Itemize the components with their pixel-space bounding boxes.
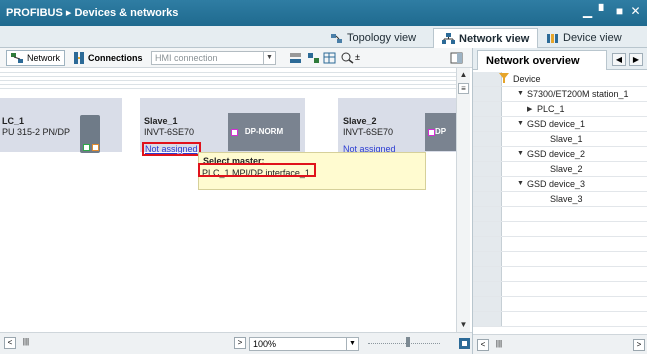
navigation-icon[interactable] bbox=[458, 337, 471, 350]
expand-down-icon[interactable]: ▼ bbox=[517, 90, 524, 97]
list-item[interactable]: ▼ S7300/ET200M station_1 bbox=[473, 87, 647, 102]
list-item[interactable]: ▶ PLC_1 bbox=[473, 102, 647, 117]
float-icon[interactable]: ■ bbox=[614, 4, 625, 18]
filter-icon[interactable] bbox=[499, 73, 509, 85]
scroll-thumb-icon[interactable]: ||| bbox=[493, 339, 505, 351]
zoom-value: 100% bbox=[253, 339, 277, 349]
expand-down-icon[interactable]: ▼ bbox=[517, 120, 524, 127]
port-icon[interactable] bbox=[83, 144, 90, 151]
list-item[interactable]: Slave_1 bbox=[473, 132, 647, 147]
device-name: Slave_1 bbox=[144, 116, 178, 126]
device-type: INVT-6SE70 bbox=[343, 127, 394, 137]
device-icon bbox=[547, 33, 558, 43]
list-item-label: S7300/ET200M station_1 bbox=[527, 89, 629, 99]
highlight-frame bbox=[198, 163, 316, 177]
connections-icon bbox=[74, 52, 84, 64]
dp-port-icon[interactable] bbox=[231, 129, 238, 136]
dp-norm-module: DP-NORM bbox=[228, 113, 300, 151]
tab-topology-view[interactable]: Topology view bbox=[322, 28, 424, 48]
view-tabs: Topology view Network view Device view bbox=[0, 26, 647, 48]
list-item-label: GSD device_2 bbox=[527, 149, 586, 159]
tab-topology-label: Topology view bbox=[347, 32, 417, 44]
network-data-icon[interactable] bbox=[289, 52, 302, 64]
network-mode-icon bbox=[11, 52, 23, 63]
network-toolbar: Network Connections HMI connection ▼ ± bbox=[0, 48, 480, 68]
connections-button-label: Connections bbox=[88, 53, 143, 63]
tab-device-label: Device view bbox=[563, 32, 622, 44]
chevron-left-icon[interactable]: ◀ bbox=[612, 53, 626, 66]
expand-down-icon[interactable]: ▼ bbox=[517, 180, 524, 187]
connection-type-dropdown[interactable]: HMI connection ▼ bbox=[151, 51, 276, 65]
list-item-label: PLC_1 bbox=[537, 104, 565, 114]
topology-icon bbox=[331, 33, 342, 43]
list-item[interactable]: Slave_3 bbox=[473, 192, 647, 207]
scroll-left-icon[interactable]: < bbox=[4, 337, 16, 349]
canvas-vertical-scrollbar[interactable]: ▲ ≡ ▼ bbox=[456, 68, 470, 332]
zoom-slider[interactable] bbox=[368, 337, 440, 347]
tab-network-overview[interactable]: Network overview bbox=[477, 50, 607, 70]
close-icon[interactable]: ✕ bbox=[630, 4, 641, 18]
scroll-up-icon[interactable]: ▲ bbox=[458, 70, 469, 81]
scroll-thumb-icon[interactable]: ||| bbox=[20, 337, 32, 349]
scroll-down-icon[interactable]: ▼ bbox=[458, 320, 469, 331]
device-type: INVT-6SE70 bbox=[144, 127, 195, 137]
dp-port-icon[interactable] bbox=[428, 129, 435, 136]
list-item[interactable]: ▼ GSD device_1 bbox=[473, 117, 647, 132]
panel-toggle-icon[interactable] bbox=[450, 52, 463, 64]
column-header-device[interactable]: Device bbox=[513, 74, 541, 84]
network-button[interactable]: Network bbox=[6, 50, 66, 66]
network-button-label: Network bbox=[27, 53, 61, 63]
port-icon[interactable] bbox=[92, 144, 99, 151]
restore-icon[interactable]: ▘ bbox=[598, 4, 609, 18]
tab-device-view[interactable]: Device view bbox=[538, 28, 630, 48]
scroll-thumb[interactable]: ≡ bbox=[458, 83, 469, 94]
list-item-label: GSD device_1 bbox=[527, 119, 586, 129]
grid-table-icon[interactable] bbox=[323, 52, 336, 64]
list-item[interactable]: ▼ GSD device_3 bbox=[473, 177, 647, 192]
chevron-right-icon[interactable]: ▶ bbox=[629, 53, 643, 66]
highlight-frame bbox=[142, 142, 201, 156]
zoom-select[interactable]: 100% ▼ bbox=[249, 337, 359, 351]
tab-network-view[interactable]: Network view bbox=[433, 28, 539, 48]
canvas-status-bar: < ||| > 100% ▼ bbox=[0, 332, 480, 354]
list-item-label: Slave_2 bbox=[550, 164, 583, 174]
scroll-left-icon[interactable]: < bbox=[477, 339, 489, 351]
tab-network-label: Network view bbox=[459, 32, 530, 45]
device-type: PU 315-2 PN/DP bbox=[2, 127, 71, 137]
connections-button[interactable]: Connections bbox=[70, 50, 147, 66]
list-item[interactable]: ▼ GSD device_2 bbox=[473, 147, 647, 162]
list-item-label: Slave_3 bbox=[550, 194, 583, 204]
overview-horizontal-scrollbar[interactable]: < ||| > bbox=[473, 334, 647, 354]
network-canvas[interactable]: LC_1 PU 315-2 PN/DP Slave_1 INVT-6SE70 D… bbox=[0, 68, 480, 332]
zoom-icon[interactable] bbox=[341, 52, 354, 64]
table-header: Device bbox=[473, 72, 647, 87]
chevron-down-icon[interactable]: ▼ bbox=[263, 52, 275, 64]
network-icon bbox=[442, 33, 455, 44]
list-item-label: GSD device_3 bbox=[527, 179, 586, 189]
connection-type-value: HMI connection bbox=[155, 53, 218, 63]
expand-right-icon[interactable]: ▶ bbox=[527, 105, 532, 113]
zoom-slider-handle[interactable] bbox=[406, 337, 410, 347]
list-item-label: Slave_1 bbox=[550, 134, 583, 144]
device-name: LC_1 bbox=[2, 116, 25, 126]
window-title: PROFIBUS ▸ Devices & networks bbox=[6, 7, 179, 19]
title-bar: PROFIBUS ▸ Devices & networks ▁ ▘ ■ ✕ bbox=[0, 0, 647, 26]
list-item[interactable]: Slave_2 bbox=[473, 162, 647, 177]
chevron-down-icon[interactable]: ▼ bbox=[346, 338, 358, 350]
scroll-right-icon[interactable]: > bbox=[234, 337, 246, 349]
expand-down-icon[interactable]: ▼ bbox=[517, 150, 524, 157]
network-overview-panel: Network overview ◀ ▶ Device ▼ S7300/ET200… bbox=[472, 48, 647, 354]
device-name: Slave_2 bbox=[343, 116, 377, 126]
address-overview-icon[interactable] bbox=[307, 52, 320, 64]
zoom-options-icon[interactable]: ± bbox=[355, 52, 360, 62]
minimize-icon[interactable]: ▁ bbox=[582, 4, 593, 18]
scroll-right-icon[interactable]: > bbox=[633, 339, 645, 351]
overview-table: Device ▼ S7300/ET200M station_1 ▶ PLC_1 ▼ GSD… bbox=[473, 72, 647, 334]
